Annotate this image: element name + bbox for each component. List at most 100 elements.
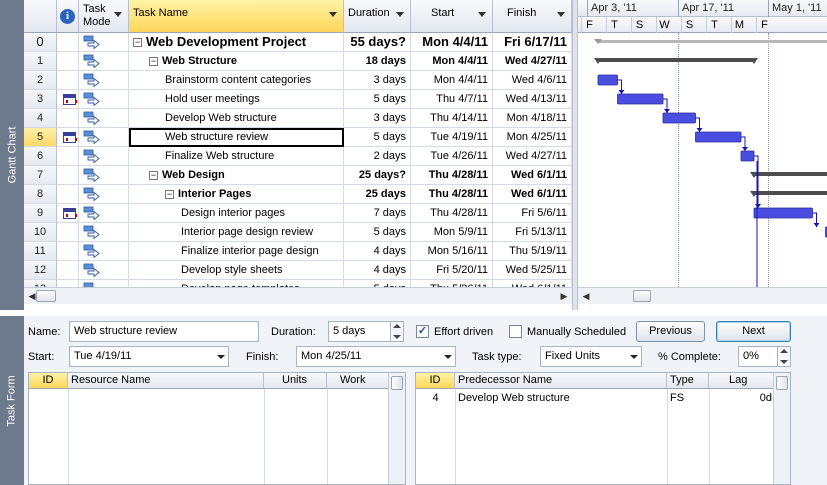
task-finish-cell[interactable]: Mon 4/18/11	[493, 109, 572, 128]
predecessors-vertical-scrollbar[interactable]	[773, 373, 790, 484]
task-mode-cell[interactable]	[79, 33, 129, 52]
column-header-finish[interactable]: Finish	[493, 0, 572, 33]
grid-horizontal-scrollbar[interactable]: ◀ ▶	[24, 287, 572, 304]
task-start-cell[interactable]: Thu 4/14/11	[411, 109, 493, 128]
task-start-cell[interactable]: Mon 5/16/11	[411, 242, 493, 261]
task-name-cell[interactable]: − Web Development Project	[129, 33, 344, 52]
column-header-duration[interactable]: Duration	[344, 0, 411, 33]
task-start-cell[interactable]: Mon 4/4/11	[411, 52, 493, 71]
task-mode-cell[interactable]	[79, 109, 129, 128]
task-mode-cell[interactable]	[79, 242, 129, 261]
task-mode-cell[interactable]	[79, 223, 129, 242]
table-row[interactable]: 6 Finalize Web structure 2 days Tue 4/26/11…	[24, 147, 572, 166]
task-mode-cell[interactable]	[79, 166, 129, 185]
dependency-arrow[interactable]	[696, 128, 703, 132]
task-mode-cell[interactable]	[79, 261, 129, 280]
task-name-cell[interactable]: Finalize Web structure	[129, 147, 344, 166]
task-bar[interactable]	[662, 112, 696, 124]
collapse-icon[interactable]: −	[165, 189, 174, 199]
task-finish-cell[interactable]: Fri 5/13/11	[493, 223, 572, 242]
task-name-cell[interactable]: − Web Design	[129, 166, 344, 185]
dependency-arrow[interactable]	[618, 90, 625, 94]
task-bar[interactable]	[753, 207, 813, 219]
scroll-thumb[interactable]	[633, 290, 651, 302]
task-duration-cell[interactable]: 25 days	[344, 185, 411, 204]
task-finish-cell[interactable]: Wed 6/1/11	[493, 185, 572, 204]
task-duration-cell[interactable]: 18 days	[344, 52, 411, 71]
scroll-thumb[interactable]	[391, 376, 403, 390]
task-finish-cell[interactable]: Wed 4/6/11	[493, 71, 572, 90]
task-start-cell[interactable]: Thu 4/28/11	[411, 185, 493, 204]
chevron-down-icon[interactable]	[329, 12, 337, 17]
table-row[interactable]: 1− Web Structure 18 days Mon 4/4/11 Wed 4/27…	[24, 52, 572, 71]
table-row[interactable]: 8 − Interior Pages 25 days Thu 4/28/11 Wed 6/…	[24, 185, 572, 204]
table-row[interactable]: 3 Hold user meetings 5 days Thu 4/7/11 Wed 4…	[24, 90, 572, 109]
chevron-down-icon[interactable]	[114, 12, 122, 17]
summary-bar[interactable]	[598, 58, 754, 62]
project-summary-bar[interactable]	[598, 40, 827, 43]
task-start-cell[interactable]: Fri 5/20/11	[411, 261, 493, 280]
table-row[interactable]: 9 Design interior pages 7 days Thu 4/28/11 F…	[24, 204, 572, 223]
task-bar[interactable]	[597, 74, 618, 86]
column-header-task-mode[interactable]: Task Mode	[79, 0, 129, 33]
task-name-cell[interactable]: Finalize interior page design	[129, 242, 344, 261]
table-row[interactable]: 12 Develop style sheets 4 days Fri 5/20/11 W…	[24, 261, 572, 280]
row-number[interactable]: 5	[24, 128, 57, 147]
select-all-corner[interactable]	[24, 0, 57, 33]
resource-work-header[interactable]: Work	[327, 373, 390, 389]
collapse-icon[interactable]: −	[149, 56, 158, 66]
task-type-select[interactable]: Fixed Units	[540, 346, 642, 367]
task-bar[interactable]	[695, 131, 742, 143]
task-duration-cell[interactable]: 7 days	[344, 204, 411, 223]
next-button[interactable]: Next	[716, 321, 791, 342]
predecessor-type-cell[interactable]: FS	[667, 390, 709, 406]
row-number[interactable]: 7	[24, 166, 57, 185]
task-duration-cell[interactable]: 5 days	[344, 90, 411, 109]
scroll-left-icon[interactable]: ◀	[580, 290, 592, 302]
row-number[interactable]: 0	[24, 33, 57, 52]
resources-vertical-scrollbar[interactable]	[388, 373, 405, 484]
dependency-arrow[interactable]	[742, 147, 748, 151]
manually-scheduled-checkbox[interactable]	[509, 325, 522, 338]
dependency-arrow[interactable]	[664, 109, 670, 113]
task-start-cell[interactable]: Mon 4/4/11	[411, 33, 493, 52]
task-finish-cell[interactable]: Wed 6/1/11	[493, 166, 572, 185]
task-duration-cell[interactable]: 4 days	[344, 261, 411, 280]
task-name-cell[interactable]: − Interior Pages	[129, 185, 344, 204]
row-number[interactable]: 8	[24, 185, 57, 204]
table-row[interactable]: 0 − Web Development Project 55 days? Mon 4/4…	[24, 33, 572, 52]
task-mode-cell[interactable]	[79, 71, 129, 90]
task-duration-cell[interactable]: 55 days?	[344, 33, 411, 52]
task-mode-cell[interactable]	[79, 52, 129, 71]
scroll-thumb[interactable]	[776, 376, 788, 390]
task-name-cell[interactable]: Develop Web structure	[129, 109, 344, 128]
task-finish-cell[interactable]: Wed 4/13/11	[493, 90, 572, 109]
task-start-cell[interactable]: Tue 4/19/11	[411, 128, 493, 147]
duration-stepper[interactable]: 5 days	[328, 321, 404, 342]
row-number[interactable]: 1	[24, 52, 57, 71]
summary-bar[interactable]	[754, 172, 827, 176]
task-finish-cell[interactable]: Wed 5/25/11	[493, 261, 572, 280]
task-name-cell[interactable]: − Web Structure	[129, 52, 344, 71]
start-date-picker[interactable]: Tue 4/19/11	[69, 346, 229, 367]
task-finish-cell[interactable]: Fri 6/17/11	[493, 33, 572, 52]
row-number[interactable]: 6	[24, 147, 57, 166]
predecessor-id-cell[interactable]: 4	[416, 390, 455, 406]
chevron-down-icon[interactable]	[478, 12, 486, 17]
chevron-down-icon[interactable]	[557, 12, 565, 17]
chevron-down-icon[interactable]	[217, 355, 225, 359]
resource-name-header[interactable]: Resource Name	[68, 373, 264, 389]
task-name-cell[interactable]: Design interior pages	[129, 204, 344, 223]
row-number[interactable]: 3	[24, 90, 57, 109]
task-duration-cell[interactable]: 5 days	[344, 128, 411, 147]
column-header-start[interactable]: Start	[411, 0, 493, 33]
table-row[interactable]: 7− Web Design 25 days? Thu 4/28/11 Wed 6/1/1…	[24, 166, 572, 185]
task-mode-cell[interactable]	[79, 185, 129, 204]
task-name-cell[interactable]: Brainstorm content categories	[129, 71, 344, 90]
resource-id-header[interactable]: ID	[29, 373, 68, 389]
chevron-down-icon[interactable]	[630, 355, 638, 359]
chevron-down-icon[interactable]	[396, 12, 404, 17]
task-mode-cell[interactable]	[79, 147, 129, 166]
table-row[interactable]: 4 Develop Web structure 3 days Thu 4/14/11 M…	[24, 109, 572, 128]
table-row[interactable]: 2 Brainstorm content categories 3 days Mon …	[24, 71, 572, 90]
